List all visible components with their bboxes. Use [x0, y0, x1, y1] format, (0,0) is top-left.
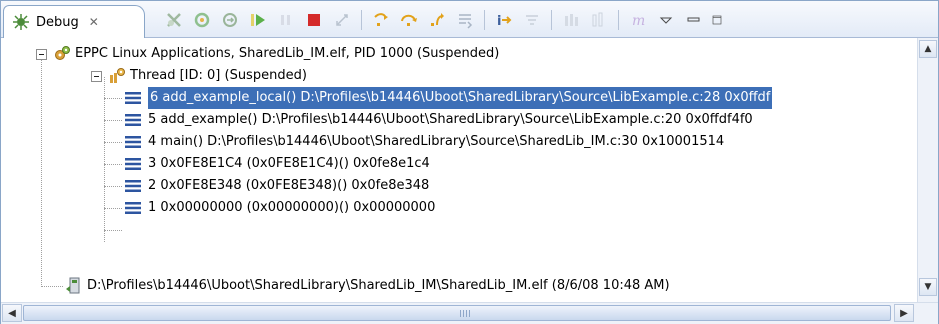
- close-tab-icon[interactable]: ✕: [89, 15, 99, 29]
- stack-frame-icon: [125, 158, 141, 170]
- thread-icon: [110, 68, 125, 83]
- toolbar-separator: [618, 10, 619, 30]
- debug-tree: EPPC Linux Applications, SharedLib_IM.el…: [1, 38, 916, 302]
- tree-connector: [104, 208, 122, 209]
- stack-frame-row[interactable]: 4 main() D:\Profiles\b14446\Uboot\Shared…: [124, 131, 724, 153]
- collapse-toggle-icon[interactable]: [36, 48, 47, 60]
- disconnect-target-icon[interactable]: [331, 9, 353, 31]
- tree-connector: [104, 77, 105, 242]
- remove-all-terminated-icon[interactable]: [163, 9, 185, 31]
- tree-item-process[interactable]: D:\Profiles\b14446\Uboot\SharedLibrary\S…: [65, 275, 670, 297]
- view-title-bar: Debug ✕ i m: [1, 1, 938, 38]
- multicore-group-icon[interactable]: [560, 9, 582, 31]
- collapse-toggle-icon[interactable]: [91, 70, 102, 82]
- process-label: D:\Profiles\b14446\Uboot\SharedLibrary\S…: [87, 278, 670, 293]
- stack-frame-icon: [125, 92, 141, 104]
- toolbar-separator: [361, 10, 362, 30]
- stack-frame-icon: [125, 136, 141, 148]
- disconnect-icon[interactable]: [219, 9, 241, 31]
- launch-gears-icon: [55, 46, 70, 60]
- multicore-ungroup-icon[interactable]: [588, 9, 610, 31]
- resume-icon[interactable]: [247, 9, 269, 31]
- tree-connector: [41, 286, 63, 287]
- scroll-thumb-grip: [460, 310, 470, 317]
- terminate-icon[interactable]: [303, 9, 325, 31]
- tree-item-thread[interactable]: Thread [ID: 0] (Suspended): [91, 65, 307, 87]
- scroll-up-button[interactable]: ▲: [919, 40, 937, 58]
- toolbar-separator: [551, 10, 552, 30]
- process-terminal-icon: [66, 277, 80, 294]
- stack-frame-row[interactable]: 1 0x00000000 (0x00000000)() 0x00000000: [124, 197, 435, 219]
- stack-frame-label: 4 main() D:\Profiles\b14446\Uboot\Shared…: [148, 134, 725, 149]
- connect-icon[interactable]: [191, 9, 213, 31]
- toolbar-separator: [484, 10, 485, 30]
- stack-frame-row[interactable]: 5 add_example() D:\Profiles\b14446\Uboot…: [124, 109, 753, 131]
- vertical-scrollbar[interactable]: ▲ ▼: [917, 38, 938, 302]
- stack-frame-row[interactable]: 2 0x0FE8E348 (0x0FE8E348)() 0x0fe8e348: [124, 175, 429, 197]
- launch-label: EPPC Linux Applications, SharedLib_IM.el…: [75, 46, 500, 61]
- horizontal-scroll-thumb[interactable]: [23, 305, 891, 321]
- view-menu-icon[interactable]: [655, 9, 677, 31]
- tree-item-launch[interactable]: EPPC Linux Applications, SharedLib_IM.el…: [36, 43, 499, 65]
- stack-frame-label: 3 0x0FE8E1C4 (0x0FE8E1C4)() 0x0fe8e1c4: [148, 156, 430, 171]
- scroll-right-button[interactable]: ▶: [894, 304, 914, 322]
- tree-connector: [104, 98, 122, 99]
- stack-frame-label: 6 add_example_local() D:\Profiles\b14446…: [148, 87, 773, 109]
- suspend-icon[interactable]: [275, 9, 297, 31]
- debug-view: Debug ✕ i m EPPC Linux Applications, Sha…: [0, 0, 939, 324]
- use-step-filters-icon[interactable]: [521, 9, 543, 31]
- italic-m-icon[interactable]: m: [627, 9, 649, 31]
- scroll-left-button[interactable]: ◀: [2, 304, 22, 322]
- horizontal-scrollbar[interactable]: ◀ ▶: [1, 302, 938, 324]
- debug-tab[interactable]: Debug ✕: [3, 5, 145, 38]
- debug-tab-label: Debug: [36, 14, 79, 30]
- tree-connector: [104, 186, 122, 187]
- step-return-icon[interactable]: [426, 9, 448, 31]
- scroll-down-button[interactable]: ▼: [919, 278, 937, 296]
- tree-connector: [104, 142, 122, 143]
- stack-frame-row[interactable]: 6 add_example_local() D:\Profiles\b14446…: [124, 87, 773, 109]
- drop-to-frame-icon[interactable]: [454, 9, 476, 31]
- minimize-icon[interactable]: [683, 9, 705, 31]
- stack-frame-row[interactable]: 3 0x0FE8E1C4 (0x0FE8E1C4)() 0x0fe8e1c4: [124, 153, 430, 175]
- stack-frame-icon: [125, 202, 141, 214]
- stack-frame-label: 1 0x00000000 (0x00000000)() 0x00000000: [148, 200, 436, 215]
- maximize-icon[interactable]: [711, 9, 723, 31]
- debug-bug-icon: [13, 14, 29, 30]
- svg-text:m: m: [632, 13, 645, 29]
- stack-frame-label: 5 add_example() D:\Profiles\b14446\Uboot…: [148, 112, 753, 127]
- tree-connector: [104, 164, 122, 165]
- debug-toolbar: i m: [163, 7, 723, 33]
- tree-connector: [104, 120, 122, 121]
- step-into-icon[interactable]: [370, 9, 392, 31]
- tree-connector: [41, 55, 42, 285]
- instruction-stepping-mode-icon[interactable]: i: [493, 9, 515, 31]
- stack-frame-icon: [125, 114, 141, 126]
- tree-connector: [104, 230, 122, 231]
- stack-frame-icon: [125, 180, 141, 192]
- thread-label: Thread [ID: 0] (Suspended): [130, 68, 307, 83]
- step-over-icon[interactable]: [398, 9, 420, 31]
- svg-text:i: i: [497, 14, 501, 29]
- stack-frame-label: 2 0x0FE8E348 (0x0FE8E348)() 0x0fe8e348: [148, 178, 430, 193]
